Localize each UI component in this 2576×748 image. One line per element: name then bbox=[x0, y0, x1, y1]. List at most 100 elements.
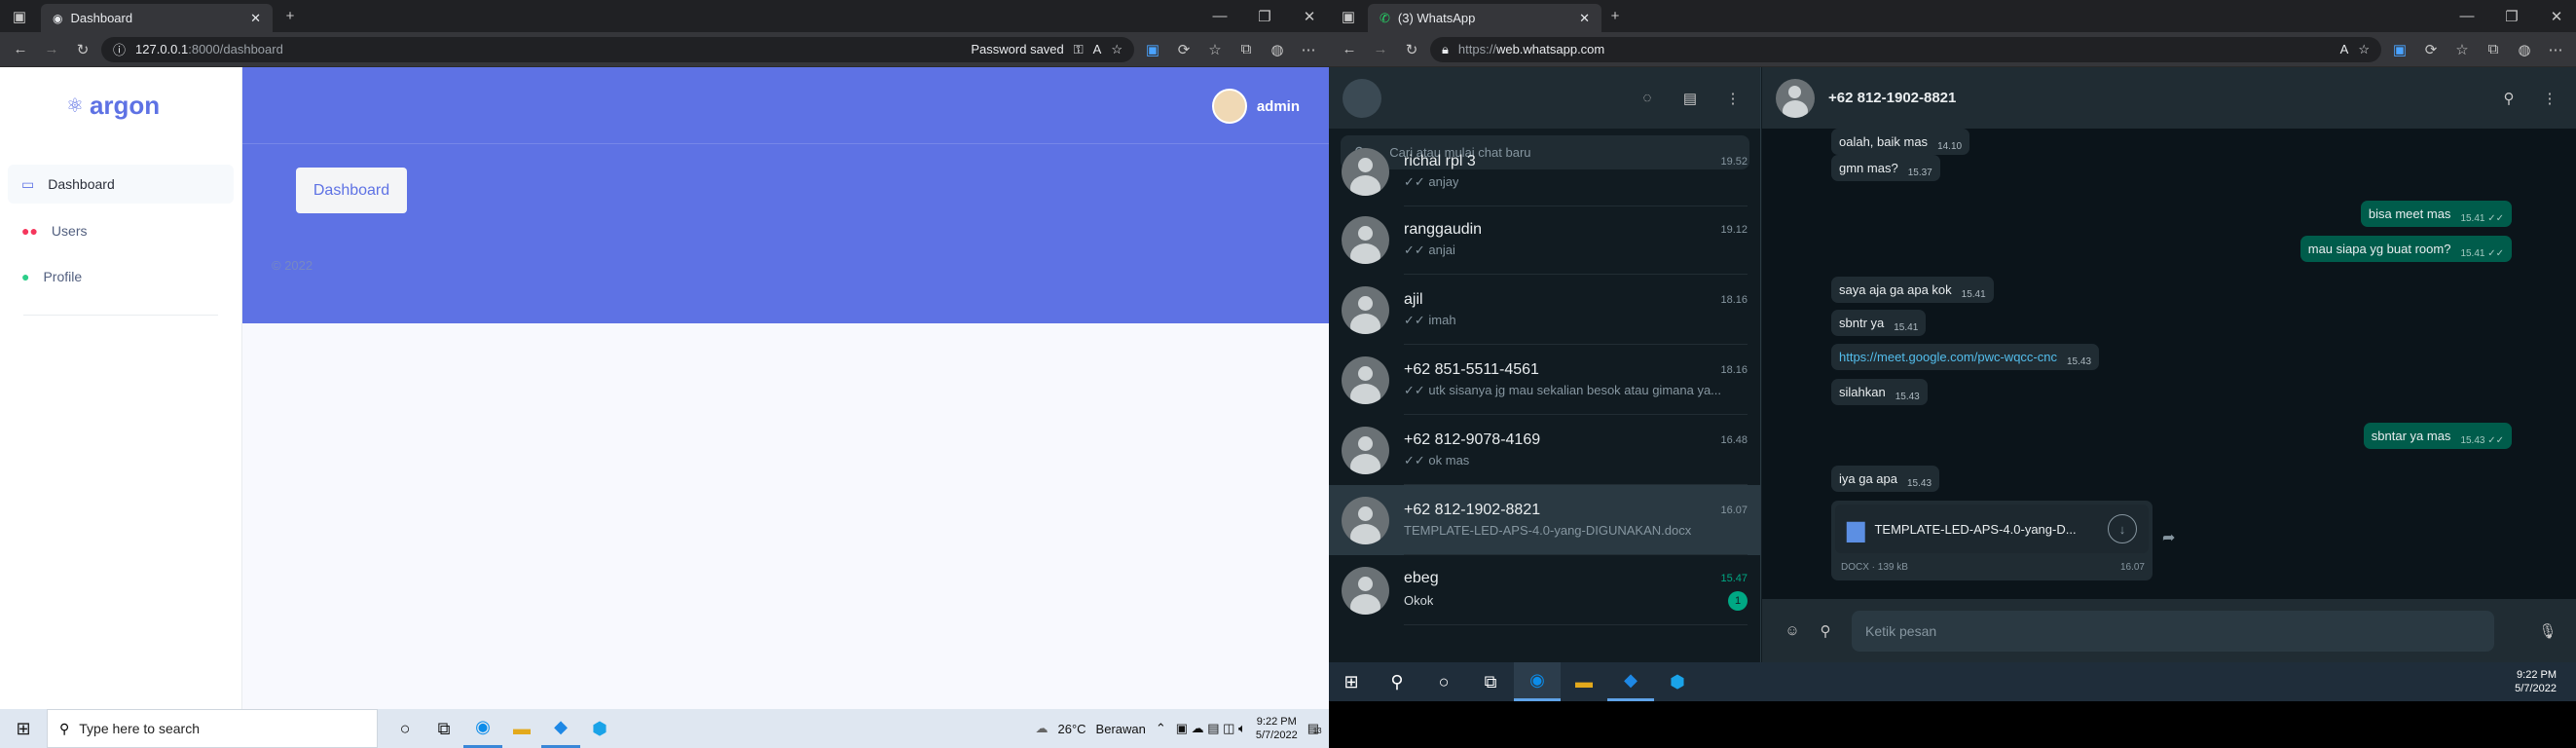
argon-logo[interactable]: ⚛ argon bbox=[66, 91, 160, 121]
sync-icon[interactable]: ⟳ bbox=[2418, 37, 2444, 62]
minimize-icon[interactable]: — bbox=[1206, 3, 1233, 30]
incoming-message[interactable]: https://meet.google.com/pwc-wqcc-cnc 15.4… bbox=[1831, 344, 2100, 370]
status-icon[interactable]: ◌ bbox=[1635, 86, 1660, 111]
sync-icon[interactable]: ⟳ bbox=[1171, 37, 1196, 62]
document-message[interactable]: ▆ TEMPLATE-LED-APS-4.0-yang-D... ↓ DOCX … bbox=[1831, 501, 2153, 580]
taskbar-search[interactable]: ⚲ Type here to search bbox=[47, 709, 378, 748]
read-aloud-icon[interactable]: A bbox=[1093, 42, 1102, 56]
tab-whatsapp[interactable]: ✆ (3) WhatsApp ✕ bbox=[1368, 4, 1601, 32]
forward-icon[interactable]: → bbox=[39, 37, 64, 62]
notification-icon[interactable]: ▤ 13 bbox=[1307, 721, 1322, 736]
contact-avatar[interactable] bbox=[1776, 78, 1815, 118]
message-text[interactable]: https://meet.google.com/pwc-wqcc-cnc bbox=[1839, 350, 2057, 364]
nav-item-users[interactable]: ●● Users bbox=[8, 211, 234, 250]
extension-icon[interactable]: ▣ bbox=[1140, 37, 1165, 62]
outgoing-message[interactable]: mau siapa yg buat room? 15.41 ✓✓ bbox=[2300, 236, 2512, 262]
key-icon[interactable]: ⚿ bbox=[1074, 42, 1084, 57]
tab-actions-icon[interactable]: ▣ bbox=[1335, 3, 1362, 30]
scrollbar[interactable] bbox=[1760, 289, 1761, 445]
nav-item-dashboard[interactable]: ▭ Dashboard bbox=[8, 165, 234, 204]
document-card[interactable]: ▆ TEMPLATE-LED-APS-4.0-yang-D... ↓ bbox=[1835, 505, 2149, 553]
restore-icon[interactable]: ❐ bbox=[1251, 3, 1278, 30]
clock[interactable]: 9:22 PM 5/7/2022 bbox=[2515, 668, 2557, 695]
forward-icon[interactable]: ➦ bbox=[2162, 528, 2175, 547]
back-icon[interactable]: ← bbox=[8, 37, 33, 62]
new-chat-icon[interactable]: ▤ bbox=[1677, 86, 1703, 111]
more-icon[interactable]: ⋯ bbox=[1296, 37, 1321, 62]
file-explorer-icon[interactable]: ▬ bbox=[1561, 662, 1607, 701]
restore-icon[interactable]: ❐ bbox=[2498, 3, 2525, 30]
search-icon[interactable]: ⚲ bbox=[1374, 662, 1420, 701]
incoming-message[interactable]: silahkan 15.43 bbox=[1831, 379, 1928, 405]
profile-avatar-icon[interactable]: ◍ bbox=[1265, 37, 1290, 62]
chat-list-item[interactable]: ebeg 15.47 Okok 1 bbox=[1329, 555, 1760, 625]
clock[interactable]: 9:22 PM 5/7/2022 bbox=[1256, 715, 1298, 742]
conversation-header[interactable]: +62 812-1902-8821 ⚲ ⋮ bbox=[1762, 67, 2576, 129]
edge-icon[interactable]: ◉ bbox=[463, 709, 502, 748]
windows-start-icon[interactable]: ⊞ bbox=[1329, 662, 1374, 701]
tab-dashboard[interactable]: ◉ Dashboard ✕ bbox=[41, 4, 273, 32]
more-icon[interactable]: ⋯ bbox=[2543, 37, 2568, 62]
download-icon[interactable]: ↓ bbox=[2108, 514, 2137, 543]
emoji-icon[interactable]: ☺ bbox=[1780, 618, 1805, 644]
incoming-message[interactable]: sbntr ya 15.41 bbox=[1831, 310, 1927, 336]
chevron-up-icon[interactable]: ⌃ bbox=[1156, 721, 1166, 736]
tab-actions-icon[interactable]: ▣ bbox=[6, 3, 33, 30]
outgoing-message[interactable]: sbntar ya mas 15.43 ✓✓ bbox=[2363, 423, 2512, 449]
favorites-icon[interactable]: ☆ bbox=[2449, 37, 2475, 62]
search-icon[interactable]: ⚲ bbox=[2496, 86, 2521, 111]
forward-icon[interactable]: → bbox=[1368, 37, 1393, 62]
app-icon[interactable]: ⬢ bbox=[580, 709, 619, 748]
read-aloud-icon[interactable]: A bbox=[2340, 42, 2349, 56]
menu-icon[interactable]: ⋮ bbox=[2537, 86, 2562, 111]
chat-list-item[interactable]: richal rpl 3 19.52 ✓✓ anjay bbox=[1329, 136, 1760, 206]
menu-icon[interactable]: ⋮ bbox=[1720, 86, 1746, 111]
task-view-icon[interactable]: ⧉ bbox=[1467, 662, 1514, 701]
incoming-message[interactable]: iya ga apa 15.43 bbox=[1831, 466, 1940, 492]
attach-icon[interactable]: ⚲ bbox=[1813, 618, 1838, 644]
incoming-message[interactable]: saya aja ga apa kok 15.41 bbox=[1831, 277, 1994, 303]
cortana-icon[interactable]: ○ bbox=[1420, 662, 1467, 701]
user-menu[interactable]: admin bbox=[1211, 89, 1300, 124]
minimize-icon[interactable]: — bbox=[2453, 3, 2481, 30]
tray-icons[interactable]: ▣ ☁ ▤ ◫ 🔈︎ bbox=[1176, 721, 1246, 736]
refresh-icon[interactable]: ↻ bbox=[70, 37, 95, 62]
url-field[interactable]: ⓘ 127.0.0.1:8000/dashboard Password save… bbox=[101, 36, 1134, 62]
cortana-icon[interactable]: ○ bbox=[386, 709, 424, 748]
chat-list-item[interactable]: +62 851-5511-4561 18.16 ✓✓ utk sisanya jg … bbox=[1329, 345, 1760, 415]
refresh-icon[interactable]: ↻ bbox=[1399, 37, 1424, 62]
nav-item-profile[interactable]: ● Profile bbox=[8, 257, 234, 296]
task-view-icon[interactable]: ⧉ bbox=[424, 709, 463, 748]
incoming-message[interactable]: oalah, baik mas 14.10 bbox=[1831, 129, 1970, 155]
profile-avatar-icon[interactable]: ◍ bbox=[2512, 37, 2537, 62]
collections-icon[interactable]: ⧉ bbox=[2481, 37, 2506, 62]
windows-start-icon[interactable]: ⊞ bbox=[0, 709, 47, 748]
app-icon[interactable]: ⬢ bbox=[1654, 662, 1701, 701]
outgoing-message[interactable]: bisa meet mas 15.41 ✓✓ bbox=[2360, 201, 2512, 227]
chat-list-item[interactable]: ajil 18.16 ✓✓ imah bbox=[1329, 275, 1760, 345]
new-tab-icon[interactable]: + bbox=[276, 3, 304, 30]
close-tab-icon[interactable]: ✕ bbox=[250, 11, 261, 26]
vscode-icon[interactable]: ◆ bbox=[1607, 662, 1654, 701]
close-tab-icon[interactable]: ✕ bbox=[1579, 11, 1590, 26]
back-icon[interactable]: ← bbox=[1337, 37, 1362, 62]
dashboard-button[interactable]: Dashboard bbox=[296, 168, 407, 213]
weather-desc[interactable]: Berawan bbox=[1096, 722, 1146, 736]
url-field[interactable]: 🔒︎ https://web.whatsapp.com A ☆ bbox=[1430, 36, 2381, 62]
chat-list-item[interactable]: +62 812-9078-4169 16.48 ✓✓ ok mas bbox=[1329, 415, 1760, 485]
incoming-message[interactable]: gmn mas? 15.37 bbox=[1831, 155, 1940, 181]
my-avatar[interactable] bbox=[1343, 78, 1381, 118]
chat-list-item[interactable]: ranggaudin 19.12 ✓✓ anjai bbox=[1329, 205, 1760, 275]
chat-list-item[interactable]: +62 812-1902-8821 16.07 TEMPLATE-LED-APS-4… bbox=[1329, 485, 1760, 555]
file-explorer-icon[interactable]: ▬ bbox=[502, 709, 541, 748]
favorite-add-icon[interactable]: ☆ bbox=[2358, 42, 2370, 57]
close-window-icon[interactable]: ✕ bbox=[2543, 3, 2570, 30]
vscode-icon[interactable]: ◆ bbox=[541, 709, 580, 748]
close-window-icon[interactable]: ✕ bbox=[1296, 3, 1323, 30]
collections-icon[interactable]: ⧉ bbox=[1233, 37, 1259, 62]
new-tab-icon[interactable]: + bbox=[1601, 3, 1629, 30]
extension-icon[interactable]: ▣ bbox=[2387, 37, 2412, 62]
weather-temp[interactable]: 26°C bbox=[1058, 722, 1086, 736]
edge-icon[interactable]: ◉ bbox=[1514, 662, 1561, 701]
microphone-icon[interactable]: 🎙︎ bbox=[2535, 618, 2560, 644]
